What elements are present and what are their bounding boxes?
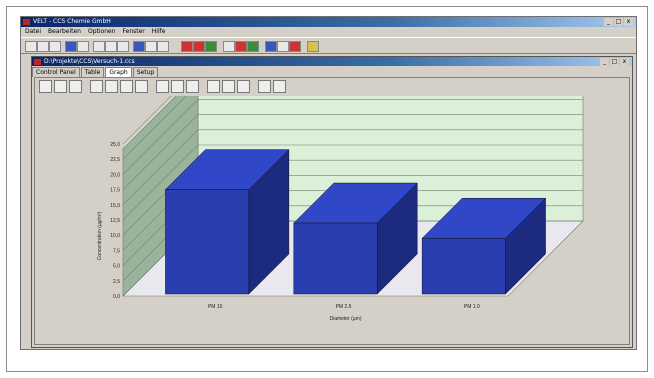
- y-tick-label: 25,0: [110, 142, 120, 148]
- document-minimize-button[interactable]: _: [600, 58, 609, 66]
- grid-icon[interactable]: [157, 41, 169, 52]
- help-icon[interactable]: [273, 80, 286, 93]
- app-title: VELT - CCS Chemie GmbH: [33, 18, 111, 25]
- bar-front: [293, 222, 378, 295]
- y-tick-label: 10,0: [110, 233, 120, 239]
- pen-icon[interactable]: [223, 41, 235, 52]
- view-tabs: Control Panel Table Graph Setup: [32, 67, 159, 77]
- color-icon[interactable]: [156, 80, 169, 93]
- print-icon[interactable]: [65, 41, 77, 52]
- search-icon[interactable]: [258, 80, 271, 93]
- bar-chart-icon[interactable]: [90, 80, 103, 93]
- grid-toggle-icon[interactable]: [207, 80, 220, 93]
- y-tick-label: 5,0: [113, 264, 120, 270]
- zoom-in-icon[interactable]: [39, 80, 52, 93]
- y-tick-label: 0,0: [113, 294, 120, 300]
- marker-icon[interactable]: [235, 41, 247, 52]
- new-file-icon[interactable]: [25, 41, 37, 52]
- bar-front: [421, 237, 506, 295]
- scale-icon[interactable]: [237, 80, 250, 93]
- axis-icon[interactable]: [222, 80, 235, 93]
- line-chart-icon[interactable]: [105, 80, 118, 93]
- app-icon: [23, 19, 30, 25]
- tab-control-panel[interactable]: Control Panel: [32, 67, 80, 77]
- y-tick-label: 17,5: [110, 188, 120, 194]
- menu-bar: Datei Bearbeiten Optionen Fenster Hilfe: [21, 27, 636, 36]
- save-icon[interactable]: [49, 41, 61, 52]
- application-window: VELT - CCS Chemie GmbH _ □ x Datei Bearb…: [20, 16, 637, 350]
- x-tick-label: PM 10: [208, 304, 223, 310]
- x-tick-label: PM 1.0: [464, 304, 480, 310]
- print-chart-icon[interactable]: [120, 80, 133, 93]
- maximize-button[interactable]: □: [614, 18, 623, 26]
- document-title: D:\Projekte\CCS\Versuch-1.ccs: [44, 58, 135, 65]
- y-axis-title: Concentration (µg/m³): [97, 211, 103, 260]
- folder-icon[interactable]: [307, 41, 319, 52]
- zoom-out-icon[interactable]: [54, 80, 67, 93]
- fit-icon[interactable]: [69, 80, 82, 93]
- legend-icon[interactable]: [186, 80, 199, 93]
- document-icon: [34, 59, 41, 65]
- app-titlebar: VELT - CCS Chemie GmbH _ □ x: [21, 17, 636, 27]
- tab-graph[interactable]: Graph: [105, 67, 132, 77]
- y-tick-label: 22,5: [110, 157, 120, 163]
- copy-chart-icon[interactable]: [135, 80, 148, 93]
- graph-toolbar: [39, 80, 286, 94]
- menu-item-window[interactable]: Fenster: [123, 27, 145, 36]
- menu-item-edit[interactable]: Bearbeiten: [48, 27, 81, 36]
- document-maximize-button[interactable]: □: [610, 58, 619, 66]
- document-titlebar: D:\Projekte\CCS\Versuch-1.ccs _ □ x: [32, 57, 632, 66]
- cut-icon[interactable]: [93, 41, 105, 52]
- open-file-icon[interactable]: [37, 41, 49, 52]
- stop-icon[interactable]: [193, 41, 205, 52]
- main-toolbar: [21, 37, 636, 54]
- graph-panel: 0,0 2,5 5,0 7,5 10,0 12,5 15,0 17,5 20,0 22,5 25,0…: [34, 77, 630, 345]
- paste-icon[interactable]: [117, 41, 129, 52]
- menu-item-help[interactable]: Hilfe: [152, 27, 166, 36]
- document-close-button[interactable]: x: [620, 58, 629, 66]
- table-icon[interactable]: [145, 41, 157, 52]
- settings-icon[interactable]: [265, 41, 277, 52]
- bar-front: [165, 189, 250, 295]
- globe-icon[interactable]: [247, 41, 259, 52]
- minimize-button[interactable]: _: [604, 18, 613, 26]
- y-tick-label: 7,5: [113, 248, 120, 254]
- menu-item-file[interactable]: Datei: [25, 27, 41, 36]
- preview-icon[interactable]: [77, 41, 89, 52]
- y-tick-label: 2,5: [113, 279, 120, 285]
- document-window: D:\Projekte\CCS\Versuch-1.ccs _ □ x Cont…: [31, 56, 633, 348]
- calculator-icon[interactable]: [277, 41, 289, 52]
- record-icon[interactable]: [181, 41, 193, 52]
- play-icon[interactable]: [205, 41, 217, 52]
- bar-chart-3d: 0,0 2,5 5,0 7,5 10,0 12,5 15,0 17,5 20,0 22,5 25,0…: [97, 96, 584, 322]
- chart-icon[interactable]: [133, 41, 145, 52]
- window-controls: _ □ x: [604, 18, 633, 26]
- tab-setup[interactable]: Setup: [132, 67, 159, 77]
- document-window-controls: _ □ x: [600, 58, 629, 66]
- y-tick-label: 15,0: [110, 203, 120, 209]
- tab-table[interactable]: Table: [80, 67, 105, 77]
- x-axis-title: Diameter (µm): [329, 316, 361, 322]
- y-tick-label: 12,5: [110, 218, 120, 224]
- alarm-icon[interactable]: [289, 41, 301, 52]
- y-tick-label: 20,0: [110, 172, 120, 178]
- menu-item-options[interactable]: Optionen: [88, 27, 116, 36]
- x-tick-label: PM 2.5: [336, 304, 352, 310]
- export-icon[interactable]: [171, 80, 184, 93]
- close-button[interactable]: x: [624, 18, 633, 26]
- copy-icon[interactable]: [105, 41, 117, 52]
